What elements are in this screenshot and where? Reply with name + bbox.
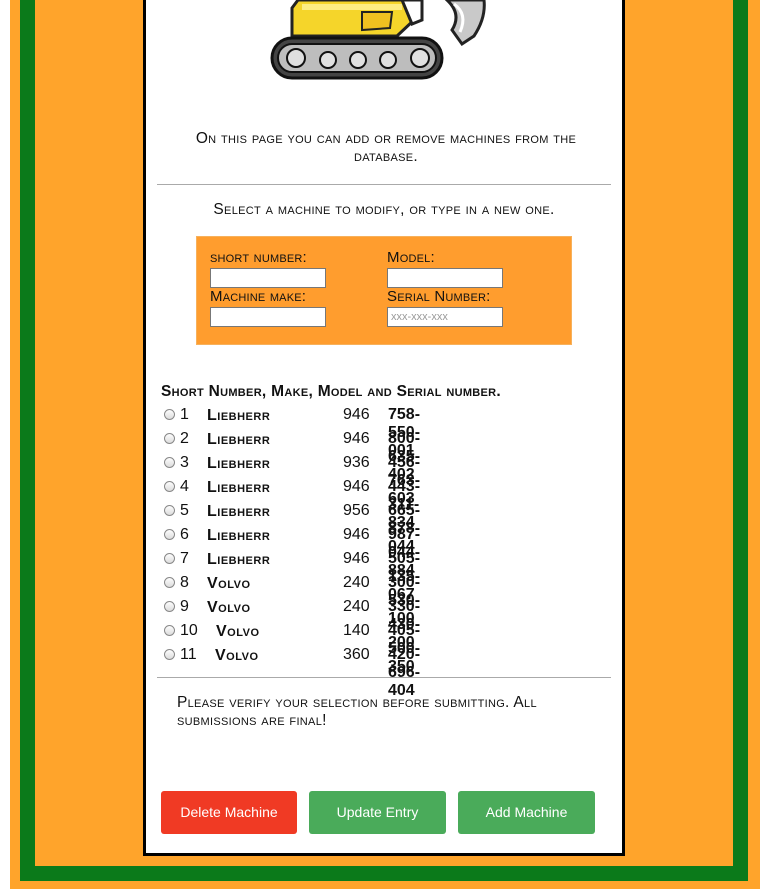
machine-radio[interactable] xyxy=(164,457,175,468)
delete-machine-button[interactable]: Delete Machine xyxy=(161,791,297,834)
machine-model: 240 xyxy=(343,598,370,615)
machine-model: 946 xyxy=(343,430,370,447)
machine-model: 240 xyxy=(343,574,370,591)
update-entry-button[interactable]: Update Entry xyxy=(309,791,446,834)
machine-radio[interactable] xyxy=(164,433,175,444)
model-label: Model: xyxy=(387,249,435,266)
machine-radio[interactable] xyxy=(164,553,175,564)
short-number-input[interactable] xyxy=(210,268,326,288)
machine-form: short number: Model: Machine make: Seria… xyxy=(196,236,572,345)
divider-top xyxy=(157,184,611,185)
serial-number-label: Serial Number: xyxy=(387,288,491,305)
machine-radio[interactable] xyxy=(164,505,175,516)
machine-radio[interactable] xyxy=(164,481,175,492)
machine-make: Liebherr xyxy=(207,455,271,472)
machine-list-heading: Short Number, Make, Model and Serial num… xyxy=(161,383,502,400)
machine-make: Volvo xyxy=(207,599,251,616)
machine-model: 956 xyxy=(343,502,370,519)
machine-radio[interactable] xyxy=(164,601,175,612)
machine-radio[interactable] xyxy=(164,649,175,660)
divider-bottom xyxy=(157,677,611,678)
machine-make: Liebherr xyxy=(207,551,271,568)
machine-model: 946 xyxy=(343,478,370,495)
machine-make: Liebherr xyxy=(207,407,271,424)
machine-number: 6 xyxy=(180,526,189,543)
machine-number: 5 xyxy=(180,502,189,519)
machine-radio[interactable] xyxy=(164,409,175,420)
machine-make-input[interactable] xyxy=(210,307,326,327)
machine-make: Volvo xyxy=(215,647,259,664)
machine-make: Volvo xyxy=(216,623,260,640)
excavator-logo xyxy=(270,0,486,80)
machine-model: 946 xyxy=(343,526,370,543)
machine-model: 946 xyxy=(343,406,370,423)
machine-make: Volvo xyxy=(207,575,251,592)
short-number-label: short number: xyxy=(210,249,307,266)
machine-radio[interactable] xyxy=(164,529,175,540)
serial-number-input[interactable] xyxy=(387,307,503,327)
machine-make: Liebherr xyxy=(207,431,271,448)
machine-model: 946 xyxy=(343,550,370,567)
machine-number: 11 xyxy=(180,646,197,663)
machine-radio[interactable] xyxy=(164,577,175,588)
machine-serial: 420-696-404 xyxy=(388,646,421,699)
machine-make: Liebherr xyxy=(207,503,271,520)
machine-make: Liebherr xyxy=(207,527,271,544)
machine-model: 360 xyxy=(343,646,370,663)
add-machine-button[interactable]: Add Machine xyxy=(458,791,595,834)
machine-radio[interactable] xyxy=(164,625,175,636)
machine-number: 4 xyxy=(180,478,189,495)
machine-make-label: Machine make: xyxy=(210,288,307,305)
intro-text: On this page you can add or remove machi… xyxy=(195,130,577,165)
machine-number: 9 xyxy=(180,598,189,615)
machine-model: 140 xyxy=(343,622,370,639)
machine-number: 7 xyxy=(180,550,189,567)
machine-number: 3 xyxy=(180,454,189,471)
machine-number: 10 xyxy=(180,622,198,639)
model-input[interactable] xyxy=(387,268,503,288)
machine-number: 8 xyxy=(180,574,189,591)
machine-make: Liebherr xyxy=(207,479,271,496)
select-instructions: Select a machine to modify, or type in a… xyxy=(213,201,555,218)
machine-model: 936 xyxy=(343,454,370,471)
verify-notice: Please verify your selection before subm… xyxy=(177,694,537,729)
machine-number: 2 xyxy=(180,430,189,447)
machine-number: 1 xyxy=(180,406,189,423)
